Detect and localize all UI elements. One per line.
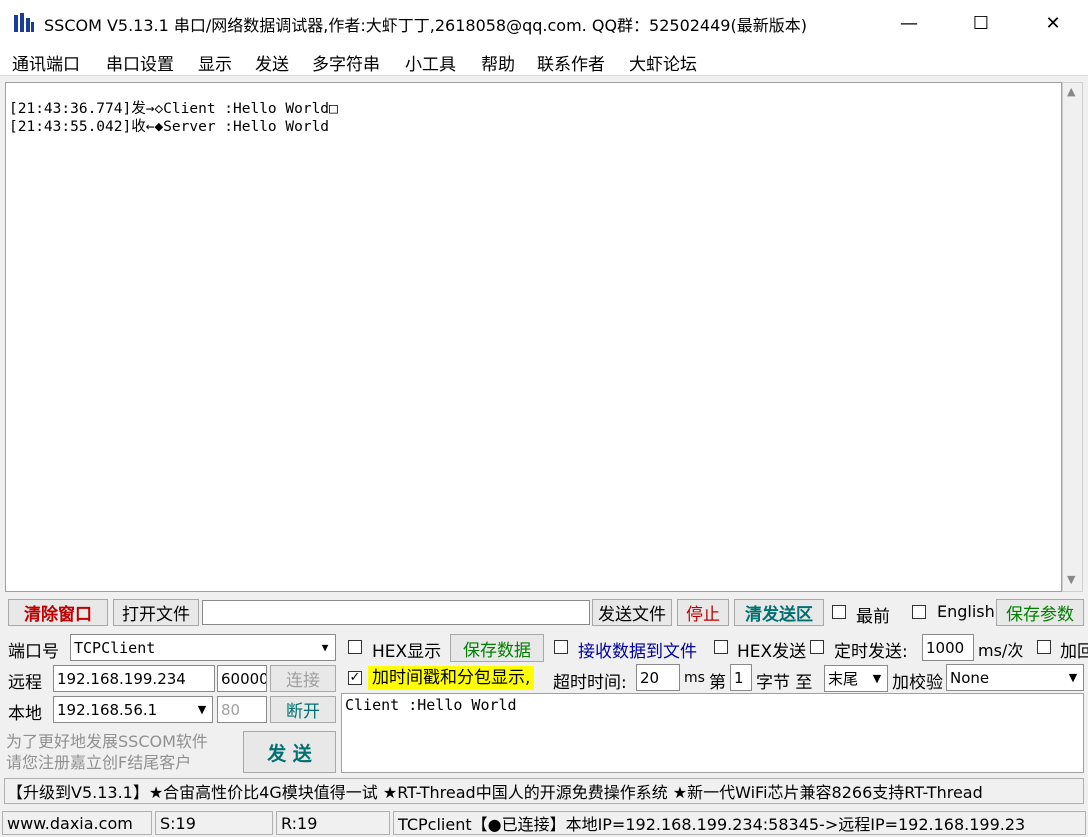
hex-send-checkbox[interactable] xyxy=(714,640,728,654)
menu-contact[interactable]: 联系作者 xyxy=(537,50,605,75)
port-select-value: TCPClient xyxy=(74,638,156,657)
menu-help[interactable]: 帮助 xyxy=(481,50,515,75)
timed-send-label: 定时发送: xyxy=(834,642,908,662)
output-line: [21:43:55.042]收←◆Server :Hello World xyxy=(9,119,330,135)
timeout-unit: ms xyxy=(684,670,705,686)
remote-ip-input[interactable]: 192.168.199.234 xyxy=(53,665,215,692)
send-file-button[interactable]: 发送文件 xyxy=(592,599,672,626)
save-data-button[interactable]: 保存数据 xyxy=(450,634,544,662)
timestamp-checkbox[interactable]: ✓ xyxy=(348,671,362,685)
open-file-button[interactable]: 打开文件 xyxy=(113,599,199,626)
save-params-button[interactable]: 保存参数 xyxy=(996,599,1084,626)
add-crlf-label: 加回 xyxy=(1060,642,1088,662)
local-label: 本地 xyxy=(8,704,42,724)
clear-send-button[interactable]: 清发送区 xyxy=(734,599,824,626)
checksum-value: None xyxy=(950,668,990,687)
connection-status: TCPclient【●已连接】本地IP=192.168.199.234:5834… xyxy=(393,811,1086,835)
menu-bar: 通讯端口 串口设置 显示 发送 多字符串 小工具 帮助 联系作者 大虾论坛 xyxy=(0,46,1088,76)
minimize-button[interactable]: — xyxy=(886,0,932,46)
menu-serial-settings[interactable]: 串口设置 xyxy=(106,50,174,75)
output-line: [21:43:36.774]发→◇Client :Hello World□ xyxy=(9,101,338,117)
recv-count: R:19 xyxy=(276,811,390,835)
sent-count: S:19 xyxy=(155,811,273,835)
hex-display-checkbox[interactable] xyxy=(348,640,362,654)
connect-button[interactable]: 连接 xyxy=(270,665,336,692)
file-path-input[interactable] xyxy=(202,600,590,625)
send-text-area[interactable]: Client :Hello World xyxy=(341,693,1084,773)
byte-suffix-label: 字节 至 xyxy=(756,673,813,693)
local-ip-value: 192.168.56.1 xyxy=(57,700,158,719)
byte-index-input[interactable]: 1 xyxy=(730,664,752,691)
topmost-checkbox[interactable] xyxy=(832,605,846,619)
recv-to-file-label: 接收数据到文件 xyxy=(578,642,697,662)
receive-output-area[interactable]: [21:43:36.774]发→◇Client :Hello World□ [2… xyxy=(5,82,1062,592)
window-title: SSCOM V5.13.1 串口/网络数据调试器,作者:大虾丁丁,2618058… xyxy=(44,16,807,35)
local-port-input[interactable]: 80 xyxy=(217,696,267,723)
timed-send-checkbox[interactable] xyxy=(810,640,824,654)
menu-comm-port[interactable]: 通讯端口 xyxy=(12,50,80,75)
menu-multi-string[interactable]: 多字符串 xyxy=(312,50,380,75)
ad-banner[interactable]: 【升级到V5.13.1】★合宙高性价比4G模块值得一试 ★RT-Thread中国… xyxy=(4,778,1084,804)
byte-prefix-label: 第 xyxy=(709,673,726,693)
chevron-down-icon[interactable]: ▼ xyxy=(1063,665,1083,690)
output-scrollbar[interactable]: ▲ ▼ xyxy=(1062,82,1083,592)
scroll-up-icon[interactable]: ▲ xyxy=(1067,85,1075,98)
maximize-button[interactable]: ☐ xyxy=(958,0,1004,46)
menu-display[interactable]: 显示 xyxy=(198,50,232,75)
close-button[interactable]: ✕ xyxy=(1030,0,1076,46)
menu-tools[interactable]: 小工具 xyxy=(405,50,456,75)
english-checkbox[interactable] xyxy=(912,605,926,619)
english-label: English xyxy=(937,602,995,621)
interval-unit: ms/次 xyxy=(978,641,1024,660)
byte-end-select[interactable]: 末尾 ▼ xyxy=(824,665,888,692)
port-label: 端口号 xyxy=(8,642,59,662)
site-link[interactable]: www.daxia.com xyxy=(2,811,152,835)
chevron-down-icon[interactable]: ▼ xyxy=(192,697,212,722)
timeout-label: 超时时间: xyxy=(553,673,627,693)
menu-forum[interactable]: 大虾论坛 xyxy=(629,50,697,75)
chevron-down-icon[interactable]: ▼ xyxy=(867,666,887,691)
disconnect-button[interactable]: 断开 xyxy=(270,696,336,723)
byte-end-value: 末尾 xyxy=(828,670,859,688)
send-text: Client :Hello World xyxy=(345,696,517,714)
send-button[interactable]: 发 送 xyxy=(243,731,336,773)
timestamp-label: 加时间戳和分包显示, xyxy=(368,666,535,690)
chevron-down-icon[interactable]: ▼ xyxy=(315,635,335,660)
checksum-label: 加校验 xyxy=(892,673,943,693)
title-bar: SSCOM V5.13.1 串口/网络数据调试器,作者:大虾丁丁,2618058… xyxy=(0,0,1088,46)
checksum-select[interactable]: None ▼ xyxy=(946,664,1084,691)
status-bar: www.daxia.com S:19 R:19 TCPclient【●已连接】本… xyxy=(0,808,1088,837)
add-crlf-checkbox[interactable] xyxy=(1037,640,1051,654)
register-promo-text: 为了更好地发展SSCOM软件 请您注册嘉立创F结尾客户 xyxy=(6,732,208,772)
recv-to-file-checkbox[interactable] xyxy=(554,640,568,654)
port-select[interactable]: TCPClient ▼ xyxy=(70,634,336,661)
clear-window-button[interactable]: 清除窗口 xyxy=(8,599,108,626)
menu-send[interactable]: 发送 xyxy=(255,50,289,75)
timeout-input[interactable]: 20 xyxy=(636,664,680,691)
local-ip-select[interactable]: 192.168.56.1 ▼ xyxy=(53,696,213,723)
topmost-label: 最前 xyxy=(856,607,890,627)
remote-port-input[interactable]: 60000 xyxy=(217,665,267,692)
hex-send-label: HEX发送 xyxy=(737,642,807,662)
interval-input[interactable]: 1000 xyxy=(922,634,974,661)
stop-button[interactable]: 停止 xyxy=(677,599,729,626)
scroll-down-icon[interactable]: ▼ xyxy=(1067,573,1075,586)
remote-label: 远程 xyxy=(8,673,42,693)
hex-display-label: HEX显示 xyxy=(372,642,442,662)
app-icon xyxy=(14,13,34,32)
